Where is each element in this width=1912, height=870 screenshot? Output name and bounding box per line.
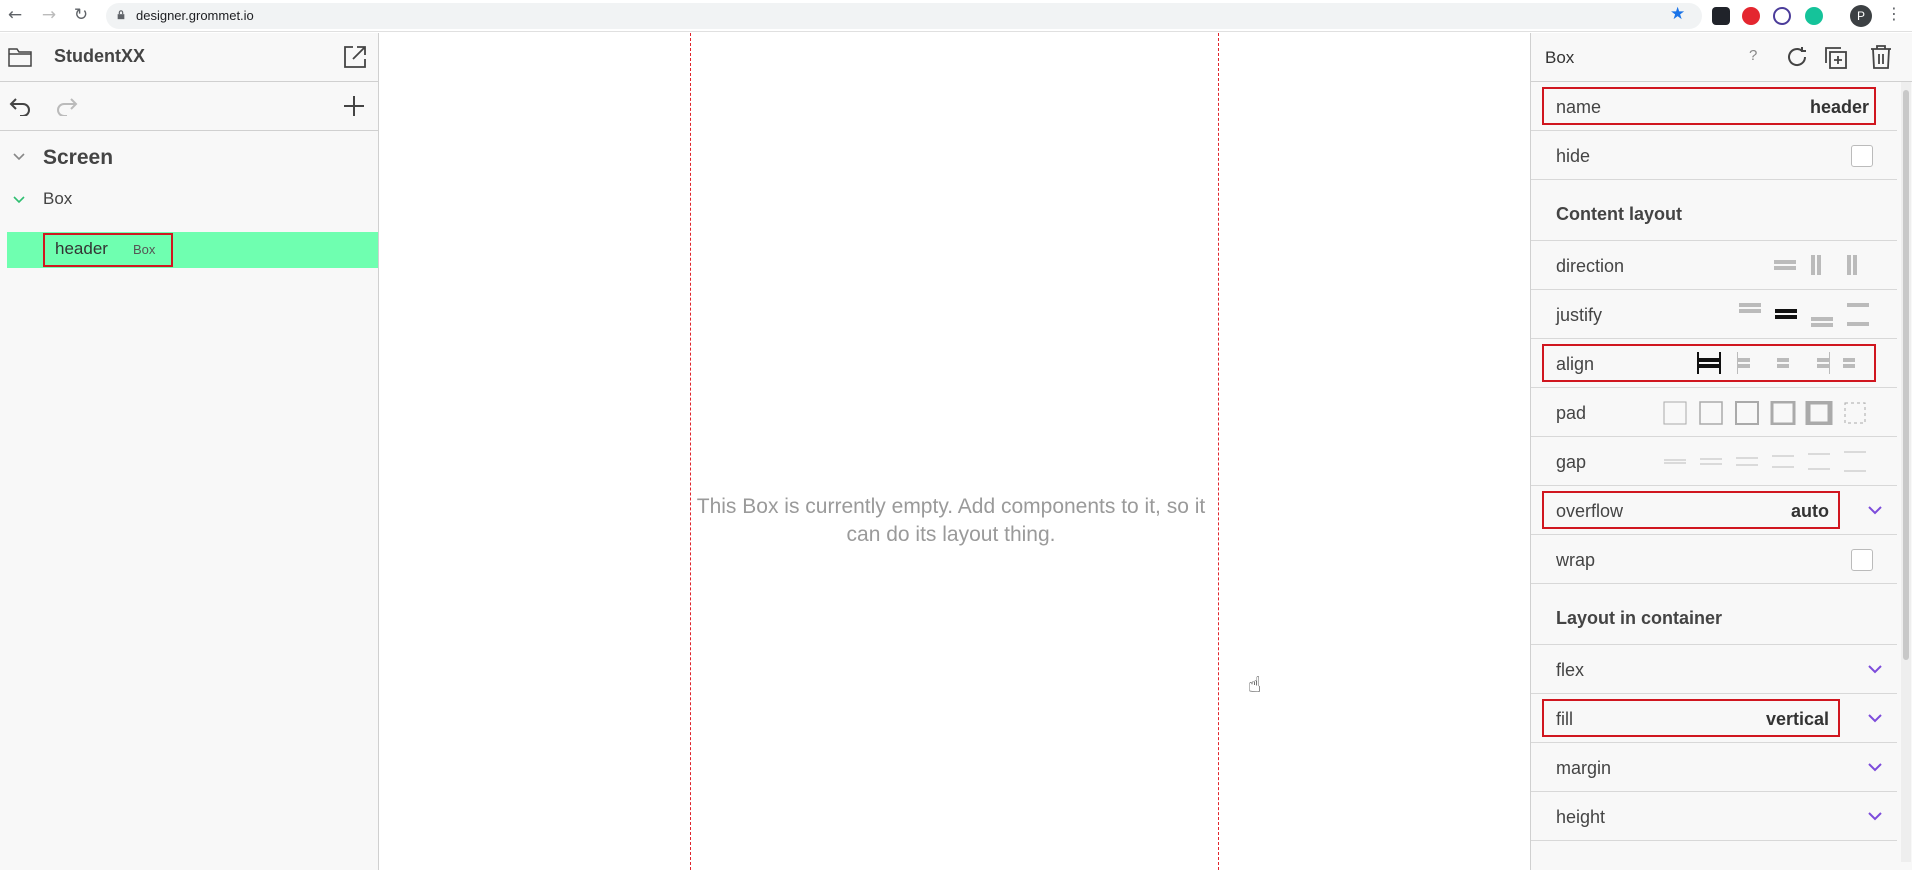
chevron-down-icon[interactable]: [1865, 708, 1885, 728]
prop-margin[interactable]: margin: [1531, 743, 1897, 792]
reload-icon[interactable]: ↻: [70, 4, 92, 26]
scrollbar-thumb[interactable]: [1903, 90, 1909, 660]
help-icon[interactable]: ?: [1749, 47, 1757, 64]
prop-name[interactable]: name header: [1531, 82, 1897, 131]
refresh-icon[interactable]: [1785, 45, 1809, 69]
redo-icon[interactable]: [55, 96, 79, 116]
delete-icon[interactable]: [1869, 44, 1893, 70]
prop-hide-label: hide: [1556, 146, 1591, 166]
prop-margin-label: margin: [1556, 758, 1612, 778]
prop-name-value[interactable]: header: [1810, 97, 1869, 118]
undo-icon[interactable]: [8, 96, 32, 116]
prop-direction-label: direction: [1556, 256, 1625, 276]
section-title: Content layout: [1556, 204, 1682, 224]
prop-fill-label: fill: [1556, 709, 1573, 729]
prop-height[interactable]: height: [1531, 792, 1897, 841]
prop-pad-label: pad: [1556, 403, 1587, 423]
tree-item-header[interactable]: header Box: [7, 232, 378, 268]
edit-toolbar: [0, 82, 378, 131]
prop-height-label: height: [1556, 807, 1606, 827]
section-title: Layout in container: [1556, 608, 1723, 628]
profile-avatar[interactable]: P: [1850, 5, 1872, 27]
address-bar[interactable]: designer.grommet.io: [106, 3, 1702, 29]
prop-align: align: [1531, 339, 1897, 388]
react-devtools-icon[interactable]: [1712, 7, 1730, 25]
grammarly-icon[interactable]: [1805, 7, 1823, 25]
prop-wrap: wrap: [1531, 535, 1897, 584]
design-canvas[interactable]: This Box is currently empty. Add compone…: [380, 33, 1530, 870]
project-title[interactable]: StudentXX: [54, 46, 145, 67]
align-options[interactable]: [1697, 351, 1867, 375]
prop-align-label: align: [1556, 354, 1595, 374]
prop-fill-value: vertical: [1765, 709, 1829, 729]
prop-flex[interactable]: flex: [1531, 645, 1897, 694]
properties-panel: Box ? name header hide Content layout di…: [1530, 33, 1912, 870]
hand-cursor-icon: ☝: [1248, 673, 1262, 698]
prop-wrap-label: wrap: [1556, 550, 1596, 570]
tree-box-label: Box: [43, 189, 73, 208]
properties-header: Box ?: [1531, 33, 1912, 82]
chevron-down-icon[interactable]: [1865, 500, 1885, 520]
hide-checkbox[interactable]: [1851, 145, 1873, 167]
pad-options[interactable]: [1663, 401, 1883, 425]
wrap-checkbox[interactable]: [1851, 549, 1873, 571]
chevron-down-icon[interactable]: [1865, 659, 1885, 679]
left-panel: StudentXX Screen Box header Box: [0, 33, 379, 870]
prop-overflow[interactable]: overflow auto: [1531, 486, 1897, 535]
box-right-guide: [1218, 33, 1219, 870]
folder-icon[interactable]: [8, 46, 32, 68]
section-content-layout: Content layout: [1531, 180, 1897, 241]
project-bar: StudentXX: [0, 33, 378, 82]
justify-options[interactable]: [1733, 300, 1879, 328]
url-text: designer.grommet.io: [136, 8, 254, 23]
block-extension-icon[interactable]: [1773, 7, 1791, 25]
section-layout-in-container: Layout in container: [1531, 584, 1897, 645]
prop-flex-label: flex: [1556, 660, 1585, 680]
direction-options[interactable]: [1769, 251, 1879, 279]
prop-fill[interactable]: fill vertical: [1531, 694, 1897, 743]
gap-options[interactable]: [1663, 451, 1883, 473]
chevron-down-icon[interactable]: [1865, 757, 1885, 777]
forward-icon[interactable]: →: [38, 4, 60, 26]
prop-justify-label: justify: [1556, 305, 1603, 325]
prop-overflow-label: overflow: [1556, 501, 1624, 521]
prop-justify: justify: [1531, 290, 1897, 339]
browser-toolbar: ← → ↻ designer.grommet.io ★ P ⋮: [0, 0, 1912, 32]
box-left-guide: [690, 33, 691, 870]
prop-direction: direction: [1531, 241, 1897, 290]
tree-screen-label: Screen: [43, 146, 114, 169]
chevron-down-icon[interactable]: [12, 193, 26, 207]
add-icon[interactable]: [342, 94, 366, 118]
component-type-title: Box: [1545, 48, 1575, 67]
prop-gap: gap: [1531, 437, 1897, 486]
prop-hide: hide: [1531, 131, 1897, 180]
properties-scrollbar[interactable]: [1901, 82, 1911, 862]
prop-name-label: name: [1556, 97, 1602, 117]
chevron-down-icon[interactable]: [12, 150, 26, 164]
browser-menu-icon[interactable]: ⋮: [1886, 4, 1902, 23]
tree-header-label: header: [55, 239, 108, 258]
lock-icon: [117, 10, 125, 20]
tree-item-screen[interactable]: Screen: [0, 138, 379, 178]
empty-box-message: This Box is currently empty. Add compone…: [696, 495, 1206, 546]
bookmark-star-icon[interactable]: ★: [1670, 4, 1685, 24]
prop-gap-label: gap: [1556, 452, 1587, 472]
duplicate-icon[interactable]: [1823, 45, 1849, 71]
tree-item-box[interactable]: Box: [0, 183, 379, 217]
prop-pad: pad: [1531, 388, 1897, 437]
chevron-down-icon[interactable]: [1865, 806, 1885, 826]
open-external-icon[interactable]: [342, 44, 368, 70]
extension-red-icon[interactable]: [1742, 7, 1760, 25]
tree-header-type: Box: [133, 242, 156, 257]
back-icon[interactable]: ←: [4, 4, 26, 26]
prop-overflow-value: auto: [1791, 501, 1829, 521]
